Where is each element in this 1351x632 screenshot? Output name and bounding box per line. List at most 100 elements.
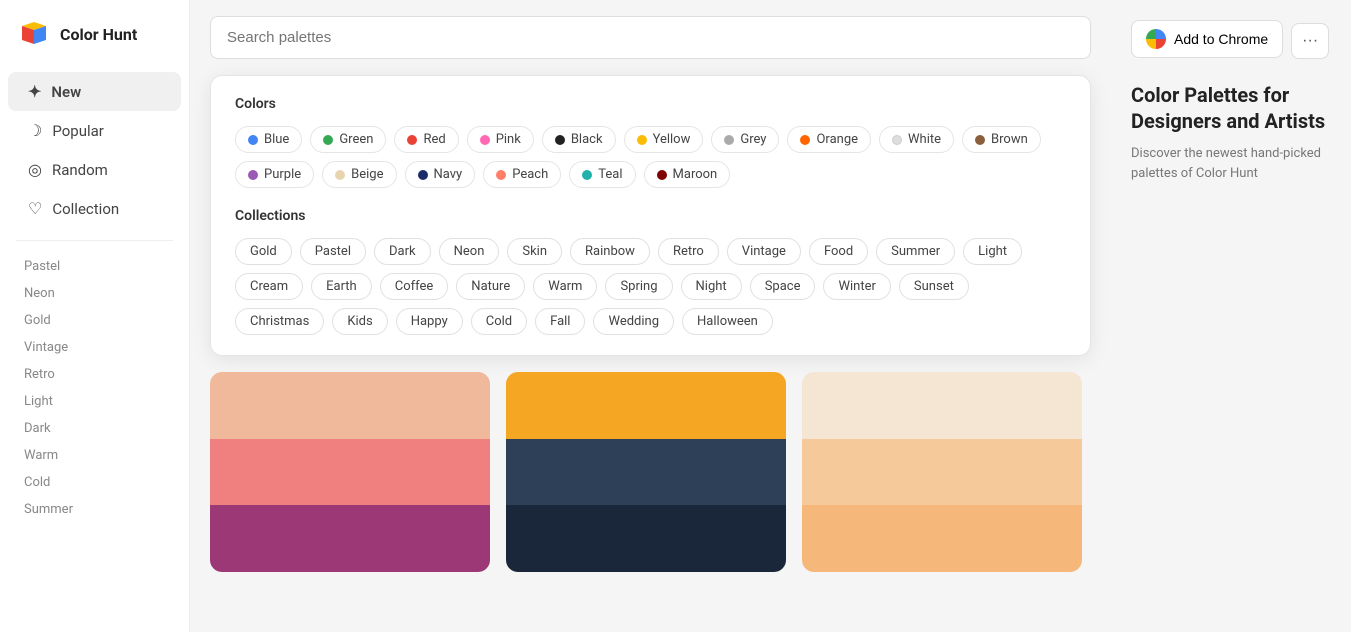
search-area: [190, 0, 1111, 75]
color-chip-label: White: [908, 132, 941, 147]
color-chip-beige[interactable]: Beige: [322, 161, 396, 188]
nav-icon: ◎: [28, 160, 42, 179]
chrome-row: Add to Chrome ···: [1131, 20, 1331, 62]
add-to-chrome-button[interactable]: Add to Chrome: [1131, 20, 1283, 58]
nav-item-popular[interactable]: ☽ Popular: [8, 111, 181, 150]
sidebar-tag-dark[interactable]: Dark: [0, 415, 189, 442]
collection-chip-food[interactable]: Food: [809, 238, 868, 265]
collection-chip-happy[interactable]: Happy: [396, 308, 463, 335]
sidebar-tag-vintage[interactable]: Vintage: [0, 334, 189, 361]
collection-chip-halloween[interactable]: Halloween: [682, 308, 773, 335]
nav-label: Random: [52, 161, 108, 179]
collection-chip-pastel[interactable]: Pastel: [300, 238, 366, 265]
color-chip-green[interactable]: Green: [310, 126, 386, 153]
sidebar-tag-neon[interactable]: Neon: [0, 280, 189, 307]
palette-swatch: [802, 439, 1082, 506]
color-dot-maroon: [657, 170, 667, 180]
collection-chip-night[interactable]: Night: [681, 273, 742, 300]
collection-chip-retro[interactable]: Retro: [658, 238, 719, 265]
sidebar-tag-warm[interactable]: Warm: [0, 442, 189, 469]
color-chip-red[interactable]: Red: [394, 126, 458, 153]
sidebar-tag-cold[interactable]: Cold: [0, 469, 189, 496]
collection-chip-summer[interactable]: Summer: [876, 238, 955, 265]
color-dot-green: [323, 135, 333, 145]
collection-chip-skin[interactable]: Skin: [507, 238, 562, 265]
color-chip-maroon[interactable]: Maroon: [644, 161, 731, 188]
collection-chip-wedding[interactable]: Wedding: [593, 308, 674, 335]
collection-chip-dark[interactable]: Dark: [374, 238, 431, 265]
chrome-icon: [1146, 29, 1166, 49]
sidebar-tags: PastelNeonGoldVintageRetroLightDarkWarmC…: [0, 253, 189, 523]
search-input[interactable]: [210, 16, 1091, 59]
nav-item-new[interactable]: ✦New: [8, 72, 181, 111]
color-chip-label: Yellow: [653, 132, 691, 147]
collection-chip-warm[interactable]: Warm: [533, 273, 597, 300]
palette-swatch: [210, 505, 490, 572]
nav-icon: ✦: [28, 82, 41, 101]
collection-chip-kids[interactable]: Kids: [332, 308, 387, 335]
palette-card[interactable]: [506, 372, 786, 572]
collection-chip-rainbow[interactable]: Rainbow: [570, 238, 650, 265]
logo-area: Color Hunt: [0, 16, 189, 72]
more-button[interactable]: ···: [1291, 23, 1329, 59]
color-chip-label: Purple: [264, 167, 301, 182]
sidebar-tag-retro[interactable]: Retro: [0, 361, 189, 388]
sidebar-tag-summer[interactable]: Summer: [0, 496, 189, 523]
collection-chip-fall[interactable]: Fall: [535, 308, 585, 335]
palette-swatch: [802, 372, 1082, 439]
nav-label: Popular: [52, 122, 104, 140]
collection-chip-earth[interactable]: Earth: [311, 273, 372, 300]
collection-chip-winter[interactable]: Winter: [823, 273, 890, 300]
color-dot-teal: [582, 170, 592, 180]
collection-chip-light[interactable]: Light: [963, 238, 1022, 265]
collection-chip-nature[interactable]: Nature: [456, 273, 525, 300]
collection-chip-spring[interactable]: Spring: [605, 273, 672, 300]
color-chip-navy[interactable]: Navy: [405, 161, 476, 188]
color-chip-label: Black: [571, 132, 603, 147]
collection-chip-christmas[interactable]: Christmas: [235, 308, 324, 335]
color-dot-navy: [418, 170, 428, 180]
color-chip-brown[interactable]: Brown: [962, 126, 1041, 153]
color-chip-label: Teal: [598, 167, 622, 182]
color-chip-teal[interactable]: Teal: [569, 161, 635, 188]
color-dot-beige: [335, 170, 345, 180]
collection-chip-cold[interactable]: Cold: [471, 308, 527, 335]
palette-swatch: [506, 372, 786, 439]
sidebar-tag-gold[interactable]: Gold: [0, 307, 189, 334]
color-chip-yellow[interactable]: Yellow: [624, 126, 704, 153]
collection-chip-space[interactable]: Space: [750, 273, 816, 300]
collection-chip-neon[interactable]: Neon: [439, 238, 500, 265]
sidebar-tag-light[interactable]: Light: [0, 388, 189, 415]
color-chip-label: Maroon: [673, 167, 718, 182]
collection-chip-gold[interactable]: Gold: [235, 238, 292, 265]
color-chip-peach[interactable]: Peach: [483, 161, 561, 188]
color-chip-white[interactable]: White: [879, 126, 954, 153]
search-dropdown: Colors BlueGreenRedPinkBlackYellowGreyOr…: [210, 75, 1091, 356]
color-dot-white: [892, 135, 902, 145]
collection-chip-sunset[interactable]: Sunset: [899, 273, 969, 300]
right-panel: Add to Chrome ··· Color Palettes for Des…: [1111, 0, 1351, 632]
color-chip-blue[interactable]: Blue: [235, 126, 302, 153]
color-chip-orange[interactable]: Orange: [787, 126, 871, 153]
nav-icon: ☽: [28, 121, 42, 140]
collection-chip-vintage[interactable]: Vintage: [727, 238, 801, 265]
collection-chip-cream[interactable]: Cream: [235, 273, 303, 300]
nav-item-collection[interactable]: ♡Collection: [8, 189, 181, 228]
promo-title: Color Palettes for Designers and Artists: [1131, 82, 1331, 134]
palette-card[interactable]: [210, 372, 490, 572]
promo-desc: Discover the newest hand-picked palettes…: [1131, 144, 1331, 183]
sidebar-tag-pastel[interactable]: Pastel: [0, 253, 189, 280]
main-content: Colors BlueGreenRedPinkBlackYellowGreyOr…: [190, 0, 1111, 632]
color-chip-black[interactable]: Black: [542, 126, 616, 153]
palette-swatch: [506, 439, 786, 506]
color-chips: Blue Green Red Pink Black Yellow Grey Orange Whi…: [235, 126, 1066, 188]
collection-chip-coffee[interactable]: Coffee: [380, 273, 449, 300]
color-chip-grey[interactable]: Grey: [711, 126, 779, 153]
chrome-label: Add to Chrome: [1174, 31, 1268, 47]
color-chip-purple[interactable]: Purple: [235, 161, 314, 188]
color-chip-pink[interactable]: Pink: [467, 126, 534, 153]
palette-card[interactable]: [802, 372, 1082, 572]
nav-item-random[interactable]: ◎ Random: [8, 150, 181, 189]
color-dot-purple: [248, 170, 258, 180]
color-dot-red: [407, 135, 417, 145]
